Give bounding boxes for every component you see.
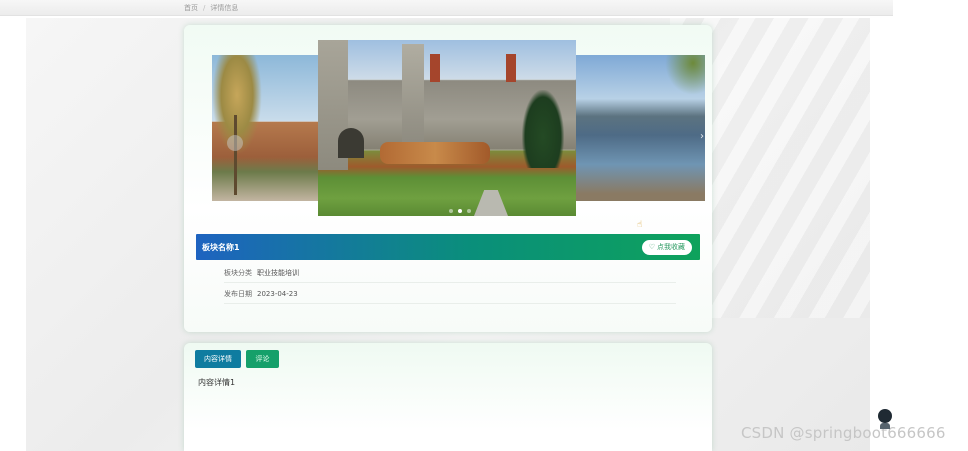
- chevron-right-icon[interactable]: ›: [697, 130, 707, 144]
- carousel-slide-prev[interactable]: [212, 55, 320, 201]
- avatar: [878, 409, 892, 429]
- field-value: 2023-04-23: [257, 289, 298, 298]
- favorite-button[interactable]: ♡ 点我收藏: [641, 239, 692, 255]
- avatar-head: [878, 409, 892, 423]
- detail-title: 板块名称1: [202, 242, 240, 252]
- carousel-prev-button[interactable]: [227, 135, 243, 151]
- field-value: 职业技能培训: [257, 268, 299, 277]
- carousel-slide-active[interactable]: [318, 40, 576, 216]
- hand-cursor-icon: ☝: [637, 220, 643, 230]
- hedge-decor: [380, 142, 490, 164]
- breadcrumb-separator: /: [203, 4, 206, 12]
- detail-card: › ☝ 板块名称1 ♡ 点我收藏 板块分类 职业技能培训 发布日期 2023-0…: [184, 25, 712, 332]
- favorite-label: 点我收藏: [657, 242, 685, 251]
- info-row-category: 板块分类 职业技能培训: [224, 263, 676, 283]
- tree-trunk-decor: [234, 115, 237, 195]
- breadcrumb: 首页 / 详情信息: [184, 3, 238, 13]
- building-arch: [338, 128, 364, 158]
- carousel-dot[interactable]: [449, 209, 453, 213]
- carousel-dot[interactable]: [467, 209, 471, 213]
- field-label: 板块分类: [224, 268, 252, 277]
- chimney: [506, 54, 516, 82]
- top-bar: 首页 / 详情信息: [0, 0, 893, 16]
- building-tower-2: [402, 44, 424, 144]
- tab-comments[interactable]: 评论: [246, 350, 279, 368]
- avatar-body: [880, 423, 890, 429]
- carousel-slide-next[interactable]: [575, 55, 705, 201]
- watermark: CSDN @springboot666666: [741, 424, 946, 442]
- leaves-decor: [665, 55, 705, 95]
- tab-content-detail[interactable]: 内容详情: [195, 350, 241, 368]
- carousel-dot-active[interactable]: [458, 209, 462, 213]
- chimney: [430, 54, 440, 82]
- image-carousel[interactable]: ›: [212, 40, 705, 216]
- info-row-date: 发布日期 2023-04-23: [224, 284, 676, 304]
- heart-icon: ♡: [648, 242, 655, 251]
- breadcrumb-home[interactable]: 首页: [184, 3, 198, 13]
- field-label: 发布日期: [224, 289, 252, 298]
- carousel-indicators: [449, 209, 471, 213]
- content-card: 内容详情 评论 内容详情1: [184, 343, 712, 451]
- evergreen-tree: [522, 90, 564, 168]
- content-body: 内容详情1: [198, 378, 236, 387]
- walkway: [474, 190, 508, 216]
- detail-title-bar: 板块名称1 ♡ 点我收藏: [196, 234, 700, 260]
- breadcrumb-current: 详情信息: [210, 4, 239, 12]
